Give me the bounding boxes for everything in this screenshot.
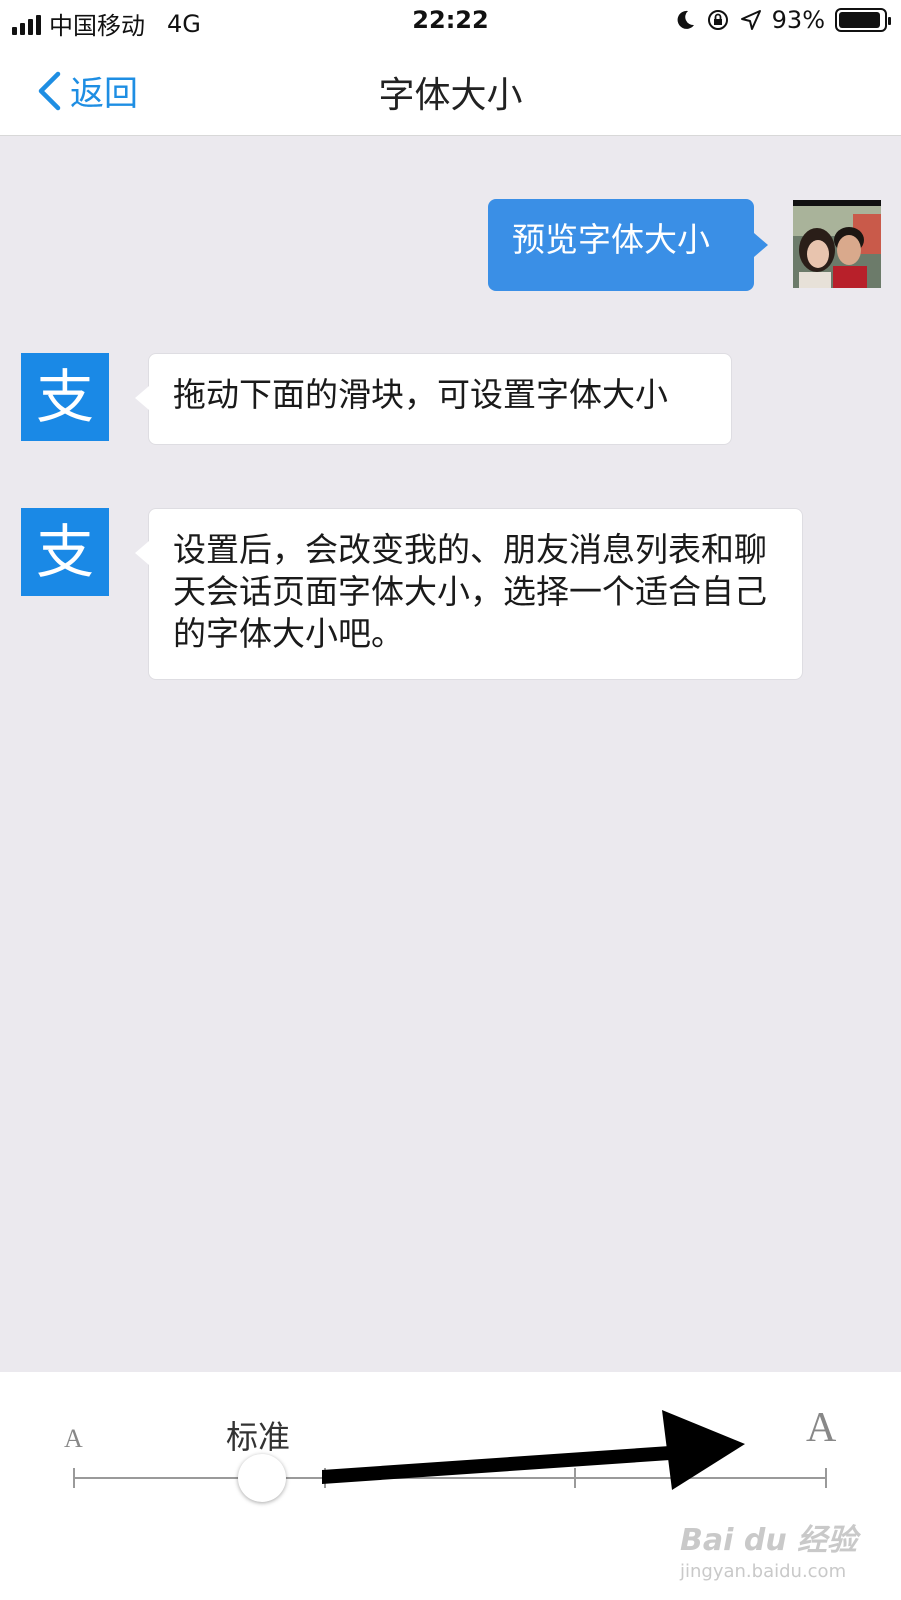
page-title: 字体大小 xyxy=(378,75,523,116)
location-arrow-icon xyxy=(740,10,761,30)
bot-message-bubble: 设置后，会改变我的、朋友消息列表和聊天会话页面字体大小，选择一个适合自己的字体大… xyxy=(135,508,803,680)
small-font-label: A xyxy=(64,1424,83,1453)
slider-thumb[interactable] xyxy=(238,1454,286,1502)
battery-icon xyxy=(835,8,891,32)
svg-text:支: 支 xyxy=(36,363,94,431)
alipay-logo-icon: 支 xyxy=(36,363,94,431)
watermark: Bai du 经验 jingyan.baidu.com xyxy=(680,1515,857,1582)
status-right: 93% xyxy=(674,6,891,34)
user-avatar xyxy=(793,200,881,288)
navigation-bar: 返回 字体大小 xyxy=(0,44,901,136)
alipay-avatar: 支 xyxy=(21,508,109,596)
user-message-bubble: 预览字体大小 xyxy=(488,199,768,291)
bot-message-bubble: 拖动下面的滑块，可设置字体大小 xyxy=(135,353,732,445)
battery-level xyxy=(839,12,880,28)
svg-text:支: 支 xyxy=(36,518,94,586)
rotation-lock-icon xyxy=(707,10,728,30)
chat-preview: 预览字体大小 支 拖动下面的滑块，可设置字体大小 支 设置后，会改变我的、朋友消… xyxy=(0,137,901,1372)
slider-tick[interactable] xyxy=(73,1468,75,1488)
status-bar: 中国移动 4G 22:22 93% xyxy=(0,0,901,44)
alipay-avatar: 支 xyxy=(21,353,109,441)
slider-tick[interactable] xyxy=(825,1468,827,1488)
current-size-label: 标准 xyxy=(226,1418,291,1456)
arrow-right-annotation xyxy=(322,1410,745,1490)
moon-icon xyxy=(677,10,694,29)
alipay-logo-icon: 支 xyxy=(36,518,94,586)
watermark-brand: Bai du 经验 xyxy=(680,1523,858,1558)
watermark-url: jingyan.baidu.com xyxy=(680,1561,847,1582)
large-font-label: A xyxy=(806,1405,837,1451)
battery-percent: 93% xyxy=(771,6,825,34)
